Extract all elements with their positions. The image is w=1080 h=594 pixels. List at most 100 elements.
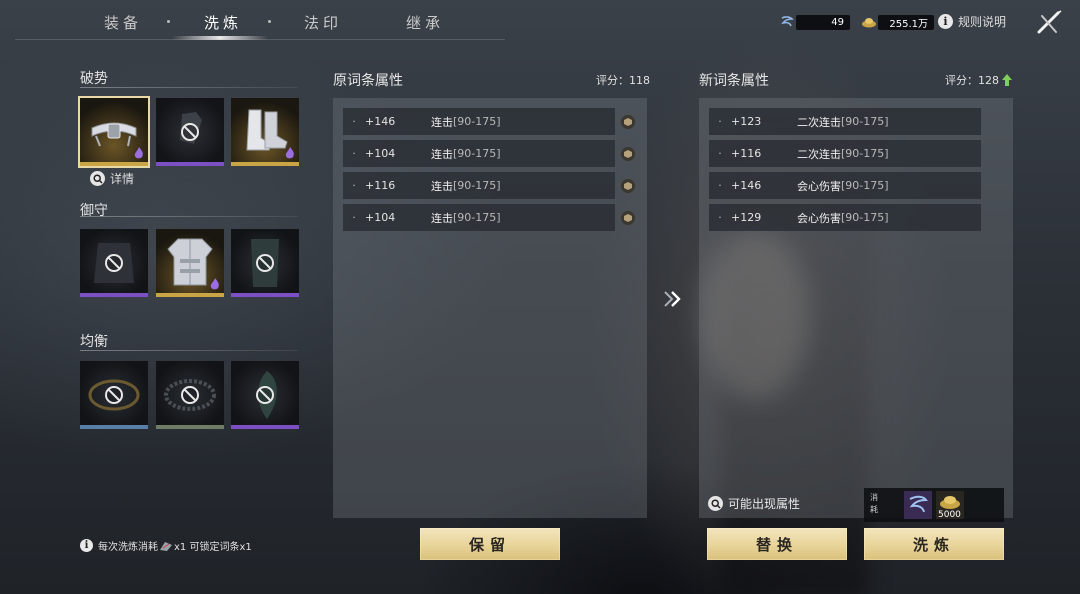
- new-score: 评分： 128: [945, 72, 1012, 88]
- stat-row: · +104 连击 [90-175]: [343, 140, 615, 167]
- stat-range: [90-175]: [453, 115, 501, 128]
- rules-label: 规则说明: [958, 15, 1007, 29]
- stat-range: [90-175]: [453, 179, 501, 192]
- stat-value: +123: [731, 115, 762, 128]
- rules-button[interactable]: i 规则说明: [938, 13, 1006, 30]
- nav-divider: [15, 39, 505, 40]
- score-up-arrow-icon: [1002, 74, 1012, 86]
- refine-stone-icon: [160, 541, 172, 551]
- tab-seal[interactable]: 法印: [304, 12, 342, 33]
- group-divider: [80, 87, 298, 88]
- stat-value: +116: [731, 147, 762, 160]
- locked-slot-icon: [105, 254, 123, 272]
- gem-count: 49: [796, 14, 850, 30]
- original-score: 评分： 118: [596, 72, 650, 88]
- equip-slot-empty[interactable]: [231, 229, 299, 297]
- tab-separator: [167, 20, 170, 23]
- stat-row: · +129 会心伤害 [90-175]: [709, 204, 981, 231]
- footnote-prefix: 每次洗炼消耗: [98, 542, 158, 553]
- stat-name: 二次连击: [797, 115, 841, 129]
- gem-resource: 49: [778, 12, 850, 32]
- silver-count: 255.1万: [878, 14, 934, 30]
- magnify-icon: [708, 496, 723, 511]
- group-title-balance: 均衡: [80, 334, 108, 350]
- rarity-flame-icon: [210, 278, 219, 290]
- locked-slot-icon: [181, 123, 199, 141]
- score-value: 118: [629, 73, 650, 87]
- belt-icon: [91, 122, 137, 147]
- detail-button[interactable]: 详情: [90, 170, 134, 187]
- stat-name: 会心伤害: [797, 211, 841, 225]
- stat-name: 二次连击: [797, 147, 841, 161]
- equip-slot-armor[interactable]: [156, 229, 224, 297]
- new-stats-panel: · +123 二次连击 [90-175] · +116 二次连击 [90-175…: [699, 98, 1013, 518]
- stat-value: +104: [365, 147, 396, 160]
- magnify-icon: [90, 171, 105, 186]
- score-label: 评分：: [945, 74, 978, 87]
- new-panel-title: 新词条属性: [699, 73, 769, 89]
- possible-attributes-button[interactable]: 可能出现属性: [708, 495, 800, 512]
- replace-button[interactable]: 替换: [707, 528, 847, 560]
- silver-resource: 255.1万: [860, 12, 934, 32]
- lock-icon[interactable]: [620, 210, 636, 226]
- locked-slot-icon: [256, 254, 274, 272]
- stat-range: [90-175]: [453, 147, 501, 160]
- equip-slot-empty[interactable]: [231, 361, 299, 429]
- stat-name: 连击: [431, 147, 453, 161]
- stat-row: · +146 会心伤害 [90-175]: [709, 172, 981, 199]
- tab-equipment[interactable]: 装备: [104, 12, 142, 33]
- group-divider: [80, 216, 298, 217]
- score-value: 128: [978, 73, 999, 87]
- stat-value: +104: [365, 211, 396, 224]
- boots-icon: [246, 109, 288, 151]
- locked-slot-icon: [256, 386, 274, 404]
- stat-row: · +116 连击 [90-175]: [343, 172, 615, 199]
- stat-value: +116: [365, 179, 396, 192]
- stat-name: 会心伤害: [797, 179, 841, 193]
- lock-icon[interactable]: [620, 146, 636, 162]
- lock-icon[interactable]: [620, 114, 636, 130]
- stat-value: +129: [731, 211, 762, 224]
- group-title-break: 破势: [80, 71, 108, 87]
- equip-slot-belt[interactable]: [78, 96, 150, 168]
- tab-separator: [268, 20, 271, 23]
- group-divider: [80, 350, 298, 351]
- footnote-suffix: x1 可锁定词条x1: [174, 542, 252, 553]
- stat-range: [90-175]: [453, 211, 501, 224]
- refine-button[interactable]: 洗炼: [864, 528, 1004, 560]
- equip-slot-empty[interactable]: [80, 229, 148, 297]
- stat-row: · +116 二次连击 [90-175]: [709, 140, 981, 167]
- detail-label: 详情: [110, 172, 135, 186]
- equip-slot-empty[interactable]: [156, 98, 224, 166]
- stat-range: [90-175]: [841, 115, 889, 128]
- group-title-guard: 御守: [80, 203, 108, 219]
- original-stats-panel: · +146 连击 [90-175] · +104 连击 [90-175] · …: [333, 98, 647, 518]
- stat-range: [90-175]: [841, 211, 889, 224]
- refine-stone-icon: [904, 491, 932, 519]
- info-icon: i: [938, 14, 953, 29]
- rarity-flame-icon: [285, 147, 294, 159]
- armor-icon: [167, 238, 213, 286]
- equip-slot-empty[interactable]: [156, 361, 224, 429]
- equip-slot-boots[interactable]: [231, 98, 299, 166]
- rarity-flame-icon: [134, 147, 143, 159]
- tab-refine[interactable]: 洗炼: [204, 12, 242, 33]
- info-icon: i: [80, 539, 93, 552]
- stat-row: · +123 二次连击 [90-175]: [709, 108, 981, 135]
- tab-inherit[interactable]: 继承: [406, 12, 444, 33]
- stat-name: 连击: [431, 179, 453, 193]
- refine-cost-note: i 每次洗炼消耗 x1 可锁定词条x1: [80, 538, 252, 553]
- keep-button[interactable]: 保留: [420, 528, 560, 560]
- stat-row: · +104 连击 [90-175]: [343, 204, 615, 231]
- silver-ingot-icon: [860, 13, 878, 31]
- lock-icon[interactable]: [620, 178, 636, 194]
- refine-cost-box: 消耗: [864, 488, 1004, 522]
- equip-slot-empty[interactable]: [80, 361, 148, 429]
- original-panel-title: 原词条属性: [333, 73, 403, 89]
- close-icon[interactable]: [1034, 8, 1064, 38]
- stat-name: 连击: [431, 211, 453, 225]
- stat-name: 连击: [431, 115, 453, 129]
- arrow-right-icon: [664, 291, 681, 307]
- stat-range: [90-175]: [841, 179, 889, 192]
- locked-slot-icon: [181, 386, 199, 404]
